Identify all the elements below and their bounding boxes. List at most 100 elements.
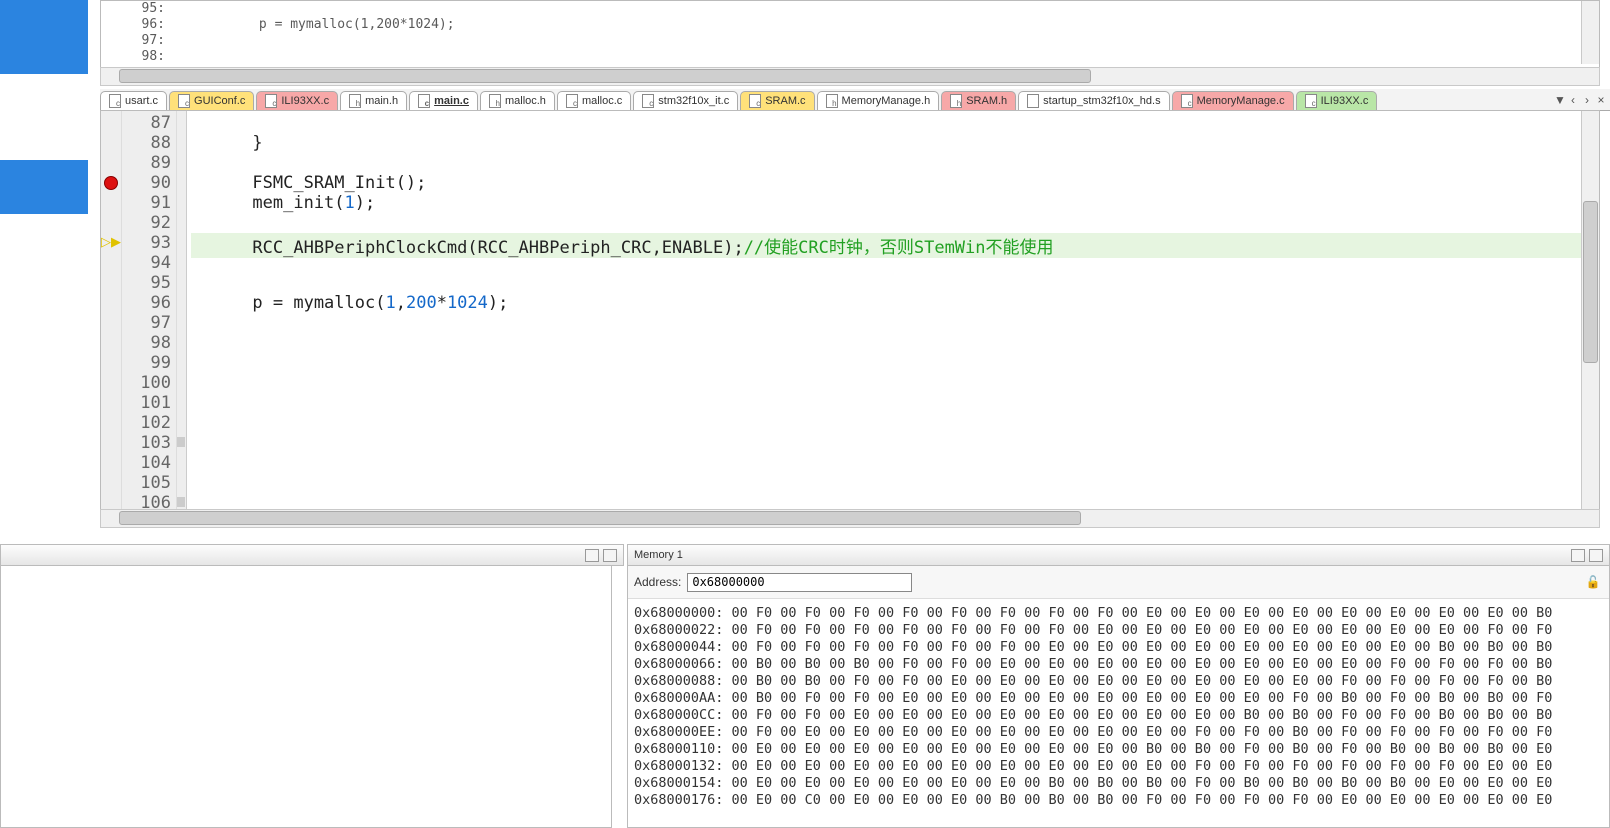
project-tree-selection-a[interactable] bbox=[0, 0, 88, 74]
tab-sram-c[interactable]: SRAM.c bbox=[740, 91, 814, 110]
tab-controls: ▼ ‹ › × bbox=[1550, 89, 1610, 110]
pin-icon[interactable] bbox=[1571, 549, 1585, 562]
tab-label: MemoryManage.h bbox=[842, 95, 931, 107]
tab-overflow-icon[interactable]: ▼ bbox=[1554, 95, 1564, 105]
file-icon bbox=[826, 94, 838, 108]
tab-main-h[interactable]: main.h bbox=[340, 91, 407, 110]
bottom-left-panel bbox=[0, 565, 612, 828]
tab-label: SRAM.h bbox=[966, 95, 1007, 107]
bottom-left-panel-header[interactable] bbox=[0, 544, 624, 566]
file-icon bbox=[1181, 94, 1193, 108]
address-input[interactable] bbox=[687, 573, 912, 592]
editor-tabbar: usart.c GUIConf.c ILI93XX.c main.h main.… bbox=[100, 89, 1610, 111]
file-icon bbox=[109, 94, 121, 108]
line-number: 88 bbox=[121, 133, 171, 153]
line-number: 104 bbox=[121, 453, 171, 473]
breakpoint-icon[interactable] bbox=[104, 176, 118, 190]
disasm-vscroll[interactable] bbox=[1581, 1, 1599, 64]
program-counter-icon: ▷▶ bbox=[101, 234, 121, 250]
tab-ili93xx-c-2[interactable]: ILI93XX.c bbox=[1296, 91, 1378, 110]
tab-label: malloc.h bbox=[505, 95, 546, 107]
line-number: 99 bbox=[121, 353, 171, 373]
tab-close-icon[interactable]: × bbox=[1596, 95, 1606, 105]
tab-label: main.c bbox=[434, 95, 469, 107]
tab-stm32f10x-it-c[interactable]: stm32f10x_it.c bbox=[633, 91, 738, 110]
line-number: 93 bbox=[121, 233, 171, 253]
line-number: 92 bbox=[121, 213, 171, 233]
file-icon bbox=[749, 94, 761, 108]
address-label: Address: bbox=[634, 575, 681, 589]
file-icon bbox=[1027, 94, 1039, 108]
code-line[interactable]: p = mymalloc(1,200*1024); bbox=[191, 293, 1589, 313]
code-line[interactable]: RCC_AHBPeriphClockCmd(RCC_AHBPeriph_CRC,… bbox=[191, 233, 1589, 258]
line-number: 103 bbox=[121, 433, 171, 453]
pin-icon[interactable] bbox=[585, 549, 599, 562]
fold-marker[interactable] bbox=[177, 437, 185, 447]
line-number: 105 bbox=[121, 473, 171, 493]
fold-column[interactable] bbox=[176, 111, 187, 509]
file-icon bbox=[950, 94, 962, 108]
tab-startup-s[interactable]: startup_stm32f10x_hd.s bbox=[1018, 91, 1169, 110]
memory-dump[interactable]: 0x68000000: 00 F0 00 F0 00 F0 00 F0 00 F… bbox=[628, 599, 1609, 815]
tab-guiconf-c[interactable]: GUIConf.c bbox=[169, 91, 254, 110]
breakpoint-column[interactable] bbox=[101, 111, 122, 509]
tab-label: usart.c bbox=[125, 95, 158, 107]
file-icon bbox=[642, 94, 654, 108]
tab-malloc-h[interactable]: malloc.h bbox=[480, 91, 555, 110]
tab-scroll-left-icon[interactable]: ‹ bbox=[1568, 95, 1578, 105]
code-editor[interactable]: 8788 } 8990 FSMC_SRAM_Init(); 91 mem_init(… bbox=[100, 110, 1600, 528]
tab-label: main.h bbox=[365, 95, 398, 107]
tab-usart-c[interactable]: usart.c bbox=[100, 91, 167, 110]
file-icon bbox=[489, 94, 501, 108]
close-icon[interactable] bbox=[603, 549, 617, 562]
disasm-lineno: 97: bbox=[131, 33, 165, 49]
panel-title: Memory 1 bbox=[634, 549, 683, 561]
editor-vscroll[interactable] bbox=[1581, 111, 1599, 509]
line-number: 95 bbox=[121, 273, 171, 293]
file-icon bbox=[1305, 94, 1317, 108]
line-number: 91 bbox=[121, 193, 171, 213]
tab-malloc-c[interactable]: malloc.c bbox=[557, 91, 631, 110]
code-line[interactable]: FSMC_SRAM_Init(); bbox=[191, 173, 1589, 193]
code-line[interactable]: mem_init(1); bbox=[191, 193, 1589, 213]
line-number: 97 bbox=[121, 313, 171, 333]
tab-memorymanage-h[interactable]: MemoryManage.h bbox=[817, 91, 940, 110]
file-icon bbox=[265, 94, 277, 108]
memory-panel-header[interactable]: Memory 1 bbox=[627, 544, 1610, 566]
tab-label: MemoryManage.c bbox=[1197, 95, 1285, 107]
tab-memorymanage-c[interactable]: MemoryManage.c bbox=[1172, 91, 1294, 110]
line-number: 90 bbox=[121, 173, 171, 193]
tab-label: ILI93XX.c bbox=[1321, 95, 1369, 107]
file-icon bbox=[566, 94, 578, 108]
file-icon bbox=[178, 94, 190, 108]
code-line[interactable]: } bbox=[191, 133, 1589, 153]
disasm-lineno: 98: bbox=[131, 49, 165, 65]
tab-sram-h[interactable]: SRAM.h bbox=[941, 91, 1016, 110]
project-tree-selection-b[interactable] bbox=[0, 160, 88, 214]
tab-label: startup_stm32f10x_hd.s bbox=[1043, 95, 1160, 107]
lock-icon[interactable]: 🔓 bbox=[1583, 572, 1603, 592]
tab-label: malloc.c bbox=[582, 95, 622, 107]
tab-ili93xx-c[interactable]: ILI93XX.c bbox=[256, 91, 338, 110]
file-icon bbox=[418, 94, 430, 108]
line-number: 87 bbox=[121, 113, 171, 133]
line-number: 96 bbox=[121, 293, 171, 313]
tab-label: SRAM.c bbox=[765, 95, 805, 107]
disasm-lineno: 96: bbox=[131, 17, 165, 33]
line-number: 94 bbox=[121, 253, 171, 273]
memory-panel: Address: 🔓 0x68000000: 00 F0 00 F0 00 F0… bbox=[627, 565, 1610, 828]
editor-hscroll[interactable] bbox=[100, 509, 1600, 528]
close-icon[interactable] bbox=[1589, 549, 1603, 562]
disasm-lineno: 95: bbox=[131, 1, 165, 17]
tab-label: GUIConf.c bbox=[194, 95, 245, 107]
fold-marker[interactable] bbox=[177, 497, 185, 507]
tab-scroll-right-icon[interactable]: › bbox=[1582, 95, 1592, 105]
line-number: 100 bbox=[121, 373, 171, 393]
disasm-hscroll[interactable] bbox=[100, 67, 1600, 86]
tab-main-c[interactable]: main.c bbox=[409, 91, 478, 110]
disasm-code: p = mymalloc(1,200*1024); bbox=[173, 17, 455, 32]
line-number: 89 bbox=[121, 153, 171, 173]
tab-label: stm32f10x_it.c bbox=[658, 95, 729, 107]
line-number: 98 bbox=[121, 333, 171, 353]
line-number: 102 bbox=[121, 413, 171, 433]
